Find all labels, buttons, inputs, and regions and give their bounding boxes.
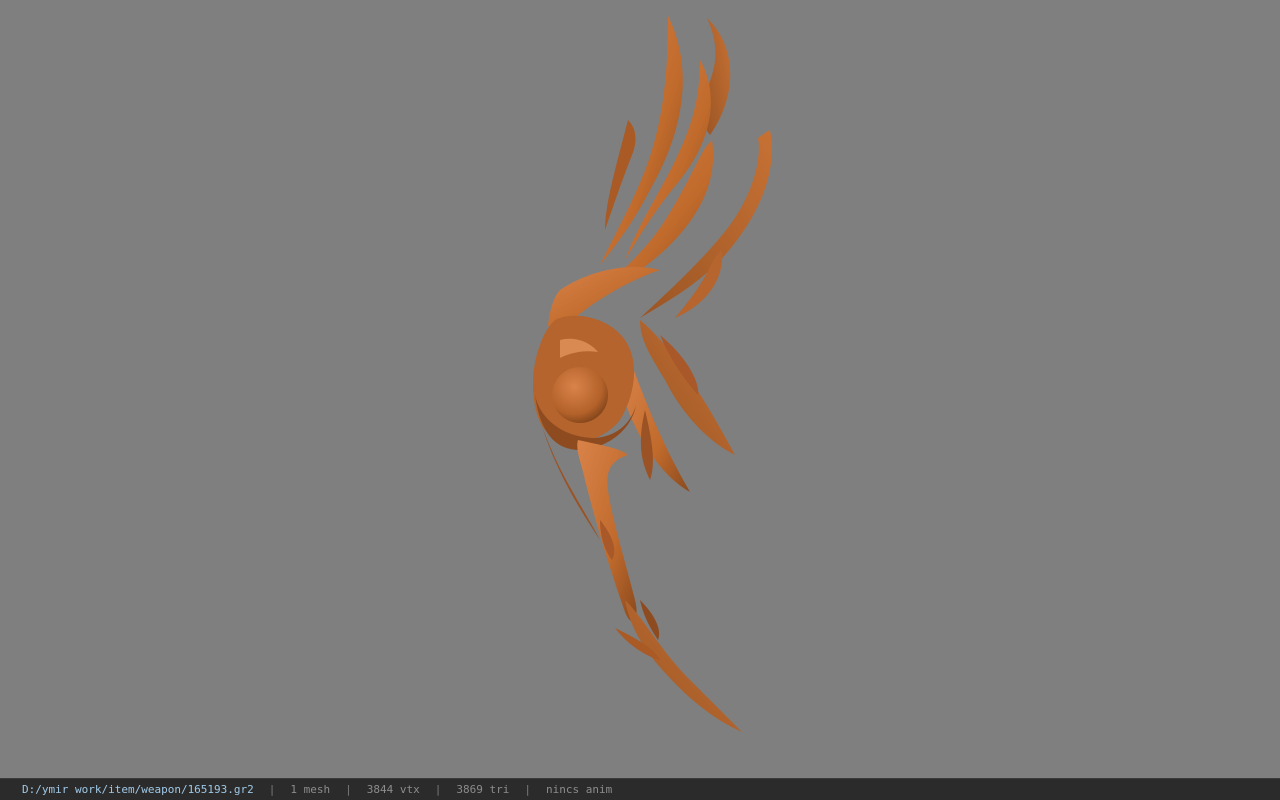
3d-viewport[interactable] xyxy=(0,0,1280,778)
weapon-model-render[interactable] xyxy=(0,0,1280,778)
weapon-handle xyxy=(540,420,637,622)
flame-blade-lower xyxy=(615,600,742,732)
animation-status: nincs anim xyxy=(546,783,613,796)
vertex-count: 3844 vtx xyxy=(366,783,420,796)
separator: | xyxy=(524,783,532,796)
triangle-count: 3869 tri xyxy=(456,783,510,796)
separator: | xyxy=(345,783,352,796)
weapon-orb xyxy=(533,315,636,450)
mesh-count: 1 mesh xyxy=(290,783,331,796)
file-path: D:/ymir work/item/weapon/165193.gr2 xyxy=(22,783,254,796)
separator: | xyxy=(434,783,442,796)
separator: | xyxy=(268,783,276,796)
flame-blade-upper xyxy=(548,16,772,330)
flame-blade-right xyxy=(622,320,735,492)
status-bar: D:/ymir work/item/weapon/165193.gr2 | 1 … xyxy=(0,778,1280,800)
